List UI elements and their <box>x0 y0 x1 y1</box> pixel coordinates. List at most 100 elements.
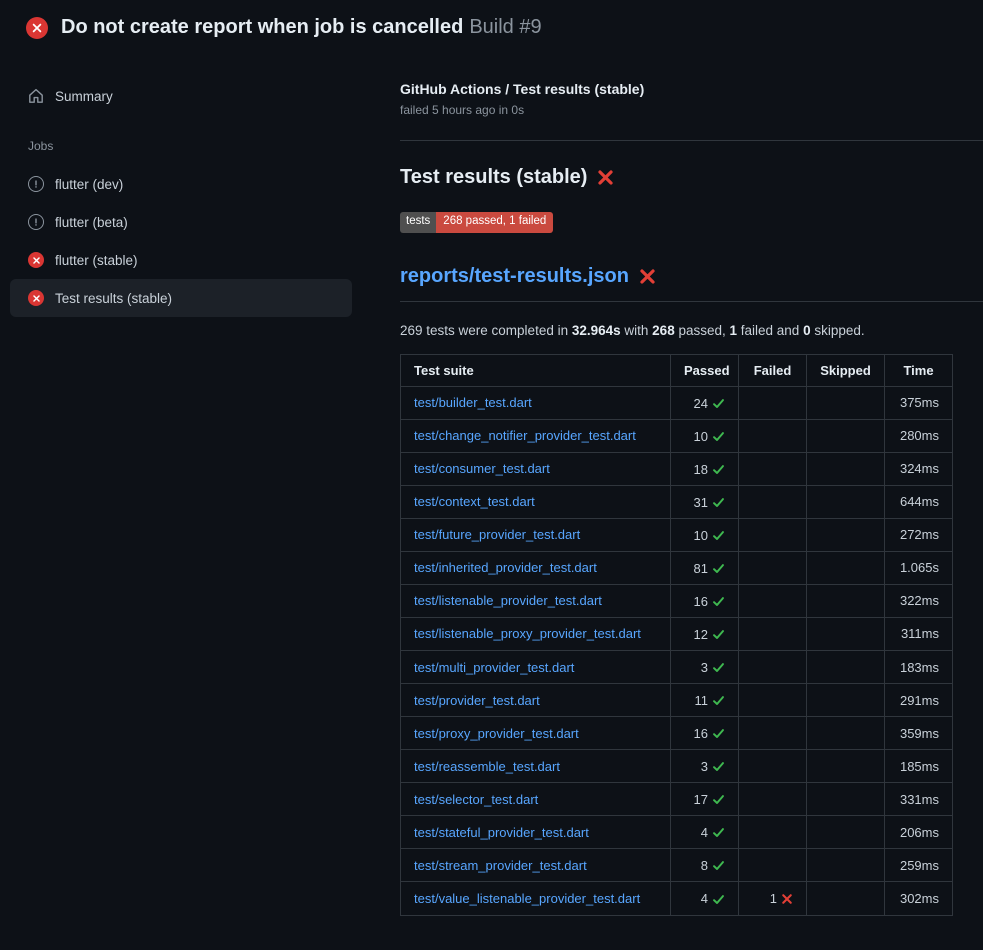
skipped-cell <box>807 651 885 684</box>
test-suite-link[interactable]: test/future_provider_test.dart <box>414 527 580 542</box>
table-row: test/builder_test.dart 24 375ms <box>401 386 953 419</box>
test-suite-link[interactable]: test/change_notifier_provider_test.dart <box>414 428 636 443</box>
test-suite-link[interactable]: test/value_listenable_provider_test.dart <box>414 891 640 906</box>
time-cell: 272ms <box>885 518 953 551</box>
home-icon <box>28 88 44 104</box>
table-row: test/reassemble_test.dart 3 185ms <box>401 750 953 783</box>
passed-cell: 16 <box>671 584 739 617</box>
results-table-body: test/builder_test.dart 24 375ms test/cha… <box>401 386 953 915</box>
job-label: flutter (beta) <box>55 215 128 230</box>
passed-cell: 24 <box>671 386 739 419</box>
sidebar: Summary Jobs flutter (dev) flutter (beta… <box>0 51 400 317</box>
failed-cell <box>739 750 807 783</box>
test-suite-cell: test/consumer_test.dart <box>401 452 671 485</box>
failed-cell <box>739 617 807 650</box>
time-cell: 331ms <box>885 783 953 816</box>
test-suite-cell: test/stream_provider_test.dart <box>401 849 671 882</box>
section-title: Test results (stable) <box>400 166 983 189</box>
col-header-test-suite: Test suite <box>401 354 671 386</box>
time-cell: 324ms <box>885 452 953 485</box>
neutral-status-icon <box>28 214 44 230</box>
test-suite-link[interactable]: test/selector_test.dart <box>414 792 538 807</box>
failed-count: 1 <box>770 892 777 907</box>
report-title: reports/test-results.json <box>400 265 983 302</box>
job-label: Test results (stable) <box>55 291 172 306</box>
sidebar-item-flutter-beta[interactable]: flutter (beta) <box>10 203 352 241</box>
passed-count: 4 <box>701 892 708 907</box>
test-suite-link[interactable]: test/stateful_provider_test.dart <box>414 825 589 840</box>
table-row: test/change_notifier_provider_test.dart … <box>401 419 953 452</box>
test-suite-link[interactable]: test/listenable_proxy_provider_test.dart <box>414 626 641 641</box>
passed-count: 16 <box>694 594 708 609</box>
passed-cell: 31 <box>671 485 739 518</box>
test-suite-link[interactable]: test/multi_provider_test.dart <box>414 660 574 675</box>
skipped-cell <box>807 452 885 485</box>
passed-cell: 18 <box>671 452 739 485</box>
time-cell: 206ms <box>885 816 953 849</box>
table-row: test/inherited_provider_test.dart 81 1.0… <box>401 551 953 584</box>
passed-count: 17 <box>694 792 708 807</box>
check-icon <box>712 727 725 740</box>
check-icon <box>712 793 725 806</box>
check-icon <box>712 760 725 773</box>
run-meta: failed 5 hours ago in 0s <box>400 103 983 117</box>
passed-count: 8 <box>701 858 708 873</box>
test-suite-link[interactable]: test/stream_provider_test.dart <box>414 858 587 873</box>
test-suite-link[interactable]: test/builder_test.dart <box>414 395 532 410</box>
table-row: test/value_listenable_provider_test.dart… <box>401 882 953 915</box>
passed-count: 81 <box>694 561 708 576</box>
passed-count: 18 <box>694 462 708 477</box>
skipped-cell <box>807 717 885 750</box>
run-failed-status-icon <box>26 17 48 39</box>
table-row: test/stream_provider_test.dart 8 259ms <box>401 849 953 882</box>
test-suite-link[interactable]: test/reassemble_test.dart <box>414 759 560 774</box>
time-cell: 322ms <box>885 584 953 617</box>
time-cell: 280ms <box>885 419 953 452</box>
time-cell: 302ms <box>885 882 953 915</box>
passed-count: 3 <box>701 660 708 675</box>
table-header-row: Test suite Passed Failed Skipped Time <box>401 354 953 386</box>
main-content: GitHub Actions / Test results (stable) f… <box>400 51 983 916</box>
failed-cell <box>739 783 807 816</box>
table-row: test/listenable_proxy_provider_test.dart… <box>401 617 953 650</box>
build-number: Build #9 <box>469 16 541 38</box>
test-suite-link[interactable]: test/inherited_provider_test.dart <box>414 560 597 575</box>
job-label: flutter (stable) <box>55 253 138 268</box>
skipped-cell <box>807 816 885 849</box>
check-icon <box>712 826 725 839</box>
cross-icon <box>781 893 793 905</box>
results-table: Test suite Passed Failed Skipped Time te… <box>400 354 953 916</box>
sidebar-item-summary[interactable]: Summary <box>10 77 352 115</box>
test-suite-cell: test/selector_test.dart <box>401 783 671 816</box>
time-cell: 259ms <box>885 849 953 882</box>
test-suite-link[interactable]: test/consumer_test.dart <box>414 461 550 476</box>
time-cell: 311ms <box>885 617 953 650</box>
test-suite-link[interactable]: test/provider_test.dart <box>414 693 540 708</box>
sidebar-item-flutter-dev[interactable]: flutter (dev) <box>10 165 352 203</box>
skipped-cell <box>807 783 885 816</box>
failed-cell <box>739 651 807 684</box>
table-row: test/selector_test.dart 17 331ms <box>401 783 953 816</box>
test-suite-link[interactable]: test/proxy_provider_test.dart <box>414 726 579 741</box>
failed-cell <box>739 584 807 617</box>
sidebar-item-flutter-stable[interactable]: flutter (stable) <box>10 241 352 279</box>
test-suite-link[interactable]: test/context_test.dart <box>414 494 535 509</box>
badge-label: tests <box>400 212 436 233</box>
failed-cell <box>739 386 807 419</box>
report-link[interactable]: reports/test-results.json <box>400 265 629 288</box>
breadcrumb: GitHub Actions / Test results (stable) <box>400 81 983 97</box>
col-header-skipped: Skipped <box>807 354 885 386</box>
time-cell: 375ms <box>885 386 953 419</box>
check-icon <box>712 893 725 906</box>
failed-cell <box>739 849 807 882</box>
test-suite-link[interactable]: test/listenable_provider_test.dart <box>414 593 602 608</box>
table-row: test/listenable_provider_test.dart 16 32… <box>401 584 953 617</box>
test-suite-cell: test/listenable_provider_test.dart <box>401 584 671 617</box>
test-suite-cell: test/inherited_provider_test.dart <box>401 551 671 584</box>
failed-cell <box>739 684 807 717</box>
test-suite-cell: test/context_test.dart <box>401 485 671 518</box>
sidebar-item-test-results-stable[interactable]: Test results (stable) <box>10 279 352 317</box>
passed-cell: 10 <box>671 419 739 452</box>
check-icon <box>712 463 725 476</box>
test-suite-cell: test/listenable_proxy_provider_test.dart <box>401 617 671 650</box>
